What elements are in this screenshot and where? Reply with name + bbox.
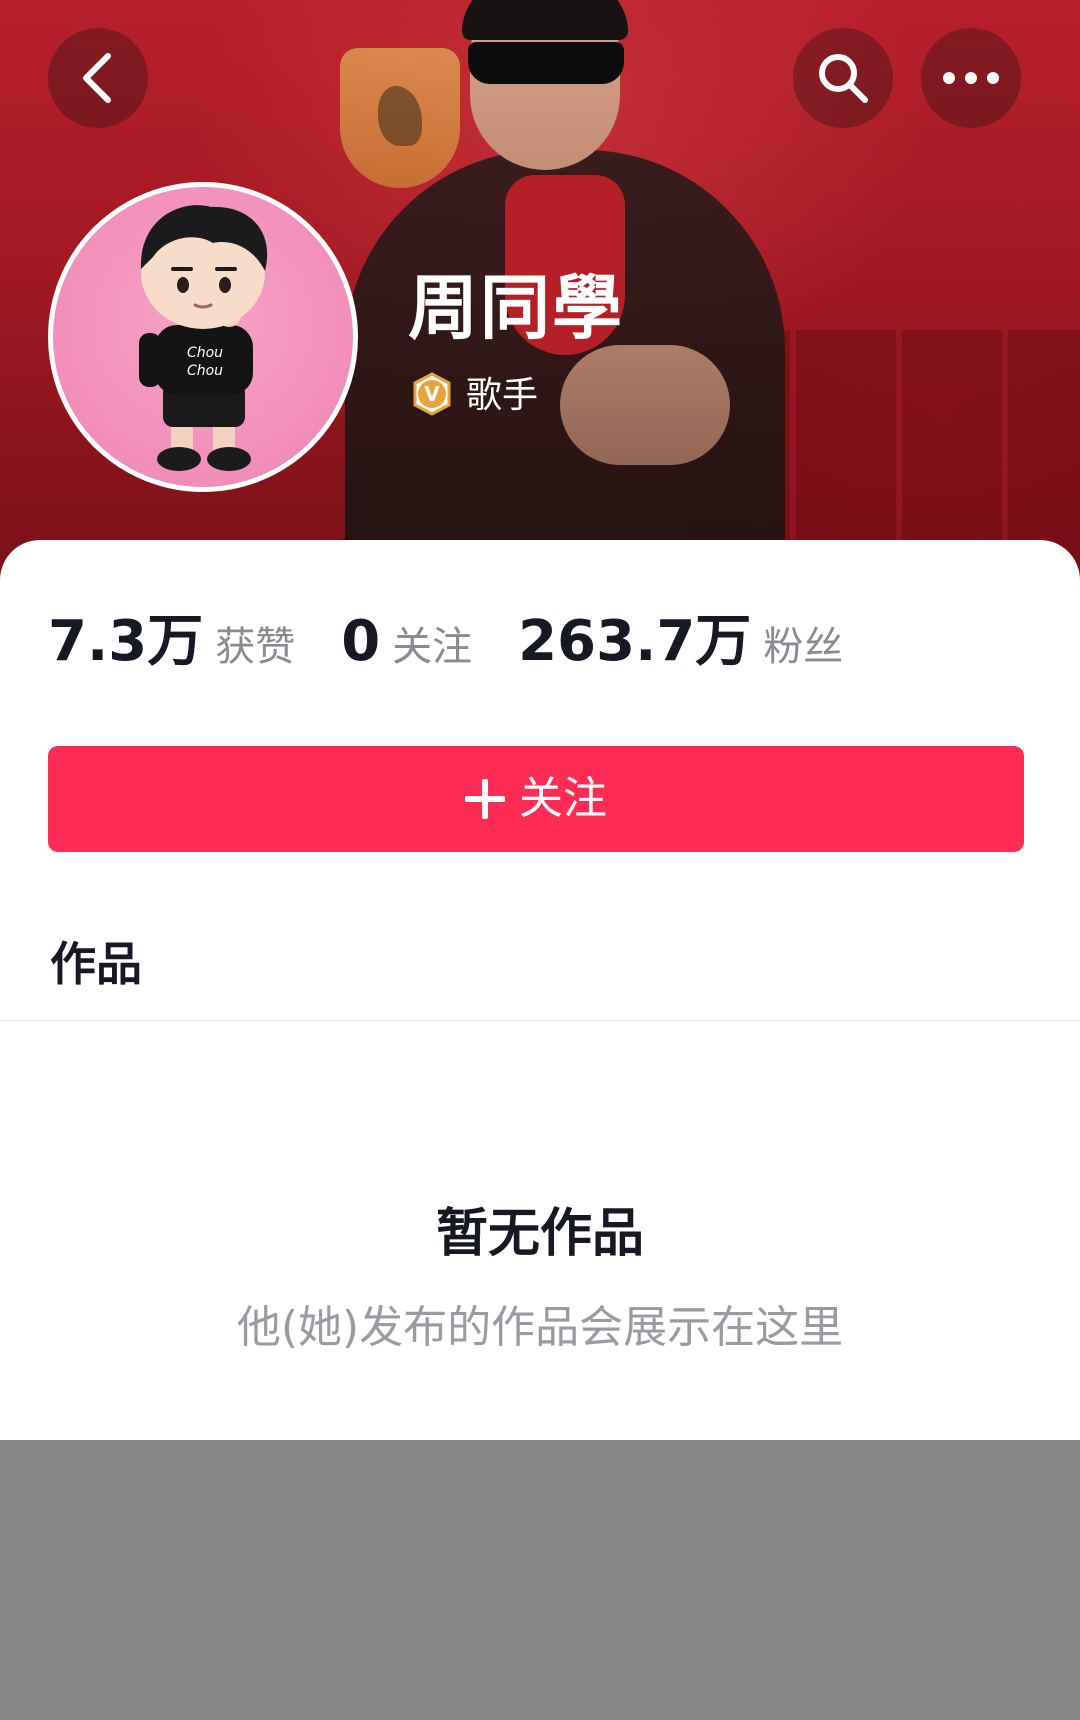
more-button[interactable]	[921, 28, 1021, 128]
tab-divider	[0, 1020, 1080, 1021]
stat-likes-value: 7.3万	[48, 609, 204, 674]
bottom-gray-overlay	[0, 1440, 1080, 1720]
more-horizontal-icon	[941, 70, 1001, 86]
stat-following-label: 关注	[392, 624, 473, 670]
cover-person-hair	[462, 0, 628, 40]
chevron-left-icon	[76, 52, 120, 104]
cover-person-sunglasses	[468, 42, 624, 84]
empty-state-title: 暂无作品	[435, 1204, 644, 1264]
verified-badge-icon: V	[410, 372, 454, 420]
stat-following[interactable]: 0 关注	[341, 612, 472, 677]
stat-following-value: 0	[341, 609, 381, 674]
tab-works[interactable]: 作品	[50, 936, 142, 992]
follow-button-label: 关注	[519, 773, 607, 824]
profile-name: 周同學	[408, 267, 624, 349]
stat-followers-label: 粉丝	[763, 624, 844, 670]
stats-row: 7.3万 获赞 0 关注 263.7万 粉丝	[48, 612, 889, 677]
empty-state-subtitle: 他(她)发布的作品会展示在这里	[236, 1302, 844, 1353]
follow-button[interactable]: 关注	[48, 746, 1024, 852]
stat-likes[interactable]: 7.3万 获赞	[48, 612, 295, 677]
role-label: 歌手	[466, 375, 539, 416]
search-icon	[815, 50, 871, 106]
stat-likes-label: 获赞	[215, 624, 296, 670]
stat-followers-value: 263.7万	[518, 609, 752, 674]
back-button[interactable]	[48, 28, 148, 128]
profile-page: Chou Chou 周同學 V 歌手 7.3万 获赞 0 关注 263.7万 粉…	[0, 0, 1080, 1720]
search-button[interactable]	[793, 28, 893, 128]
avatar-figure-icon: Chou Chou	[139, 205, 268, 471]
svg-text:Chou: Chou	[187, 345, 223, 361]
stat-followers[interactable]: 263.7万 粉丝	[518, 612, 843, 677]
role-row: V 歌手	[410, 372, 538, 420]
svg-text:Chou: Chou	[187, 363, 223, 379]
plus-icon	[465, 779, 505, 819]
cover-person-hands	[560, 345, 730, 465]
avatar[interactable]: Chou Chou	[48, 182, 358, 492]
svg-text:V: V	[424, 382, 440, 406]
